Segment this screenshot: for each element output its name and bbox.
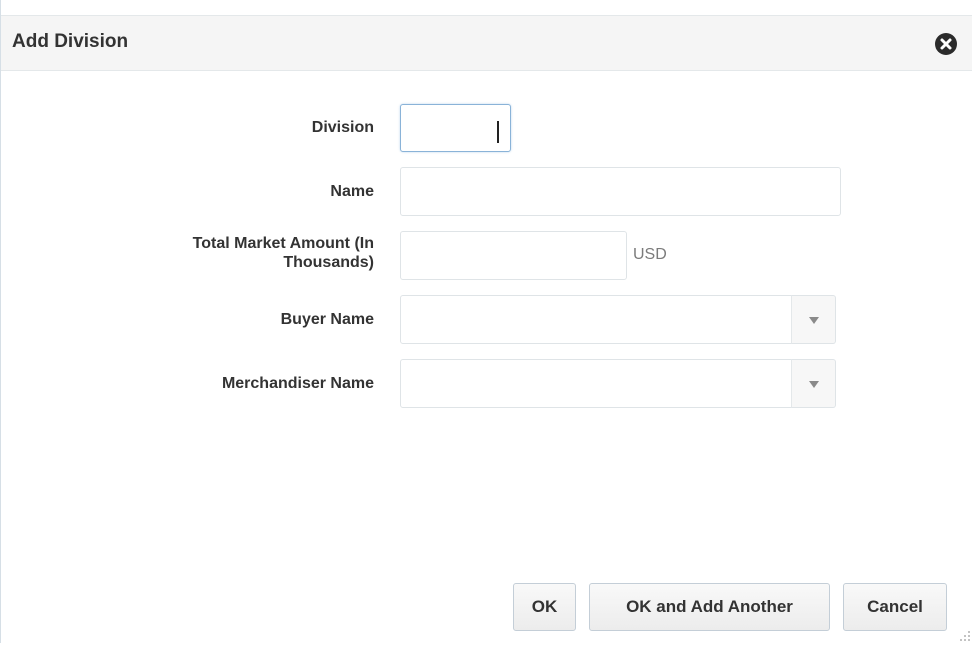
ok-and-add-another-button[interactable]: OK and Add Another bbox=[589, 583, 830, 631]
cancel-button[interactable]: Cancel bbox=[843, 583, 947, 631]
division-input[interactable] bbox=[400, 104, 511, 152]
total-market-amount-input[interactable] bbox=[400, 231, 627, 280]
buyer-name-label: Buyer Name bbox=[280, 311, 374, 328]
name-input[interactable] bbox=[400, 167, 841, 216]
buyer-name-select[interactable] bbox=[400, 295, 792, 344]
total-market-amount-label-line1: Total Market Amount (In bbox=[192, 235, 374, 252]
ok-button[interactable]: OK bbox=[513, 583, 576, 631]
dialog-title: Add Division bbox=[12, 31, 129, 52]
chevron-down-icon bbox=[809, 381, 819, 388]
dialog-header: Add Division bbox=[1, 15, 972, 71]
close-button[interactable] bbox=[935, 33, 957, 55]
total-market-amount-label-line2: Thousands) bbox=[283, 254, 374, 271]
division-label: Division bbox=[311, 119, 374, 136]
total-market-amount-label: Total Market Amount (In Thousands) bbox=[193, 234, 374, 272]
name-label: Name bbox=[330, 183, 374, 200]
add-division-dialog: Add Division Division Name Total Market … bbox=[0, 0, 972, 643]
currency-unit: USD bbox=[633, 246, 667, 263]
buyer-name-dropdown-button[interactable] bbox=[791, 295, 836, 344]
merchandiser-name-label: Merchandiser Name bbox=[221, 375, 374, 392]
text-cursor bbox=[497, 121, 499, 143]
chevron-down-icon bbox=[809, 317, 819, 324]
merchandiser-name-select[interactable] bbox=[400, 359, 792, 408]
resize-grip-icon[interactable] bbox=[959, 629, 971, 641]
close-icon bbox=[935, 33, 957, 55]
merchandiser-name-dropdown-button[interactable] bbox=[791, 359, 836, 408]
